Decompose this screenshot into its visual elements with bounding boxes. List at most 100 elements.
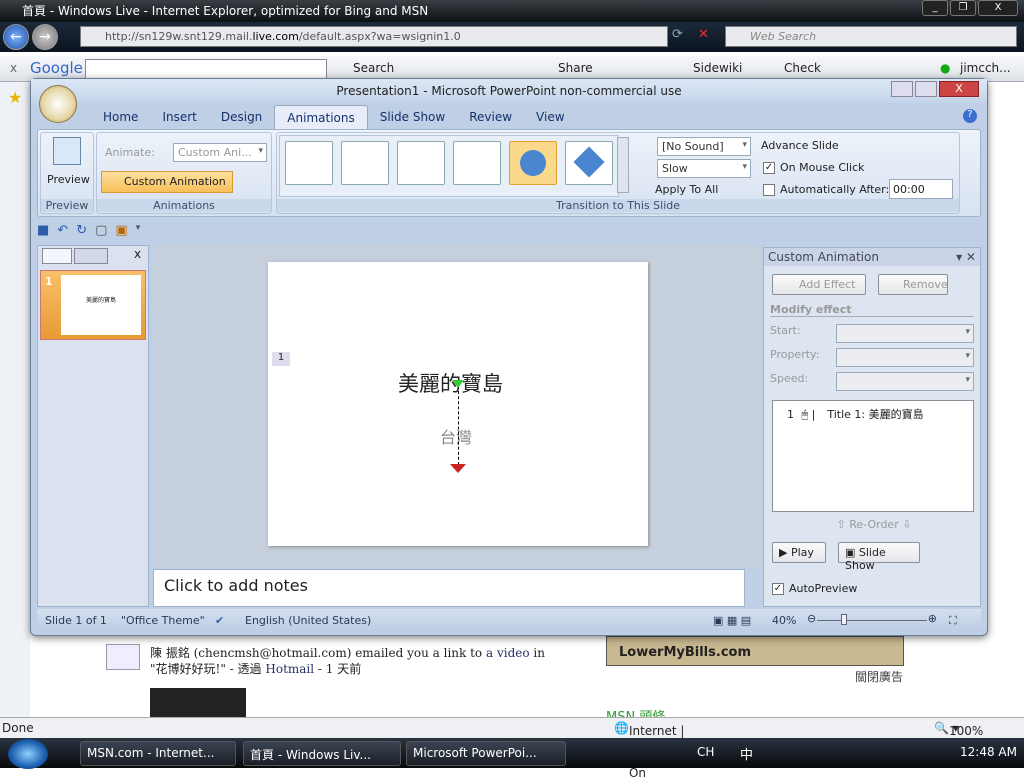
favorites-side: ★	[0, 82, 30, 717]
save-icon[interactable]: ■	[37, 223, 49, 243]
taskbar-item-msn[interactable]: MSN.com - Internet...	[80, 741, 236, 766]
auto-after-time-input[interactable]: 00:00	[889, 179, 953, 199]
ppt-minimize-button[interactable]	[891, 81, 913, 97]
zone-info[interactable]: 🌐 Internet | Protected Mode: On	[614, 721, 686, 780]
favorites-star-icon[interactable]: ★	[8, 88, 22, 107]
tab-home[interactable]: Home	[91, 105, 150, 129]
spelling-icon[interactable]: ✔	[215, 614, 224, 627]
ppt-maximize-button[interactable]	[915, 81, 937, 97]
ime-indicator[interactable]: 中	[740, 744, 753, 763]
close-ad-link[interactable]: 關閉廣告	[855, 668, 903, 685]
back-button[interactable]: ←	[3, 24, 29, 50]
gallery-scroll[interactable]	[617, 137, 629, 193]
property-label: Property:	[770, 348, 820, 361]
customize-qat-icon[interactable]: ▾	[136, 223, 141, 243]
transition-wipe-2[interactable]	[341, 141, 389, 185]
fit-to-window-icon[interactable]: ⛶	[949, 614, 957, 628]
transition-wipe-1[interactable]	[285, 141, 333, 185]
preview-button[interactable]: Preview	[47, 173, 90, 186]
apply-to-all-button[interactable]: Apply To All	[639, 183, 718, 196]
address-bar[interactable]: http://sn129w.snt129.mail.live.com/defau…	[80, 26, 668, 47]
transition-wipe-3[interactable]	[397, 141, 445, 185]
auto-after-checkbox[interactable]: Automatically After:	[763, 183, 889, 196]
zoom-level[interactable]: 40%	[772, 614, 796, 627]
sound-dropdown[interactable]: [No Sound]	[657, 137, 751, 156]
preview-icon	[53, 137, 81, 165]
slide-canvas[interactable]: 1 美麗的寶島 台灣	[268, 262, 648, 546]
office-button[interactable]	[39, 85, 77, 123]
tab-insert[interactable]: Insert	[150, 105, 208, 129]
ad-banner[interactable]: LowerMyBills.com	[606, 636, 904, 666]
close-pane-icon[interactable]: ▾ ✕	[956, 250, 976, 264]
speed-select[interactable]	[836, 372, 974, 391]
animate-dropdown[interactable]: Custom Ani...	[173, 143, 267, 162]
print-preview-icon[interactable]: ▢	[95, 223, 107, 243]
ie-status-bar: Done 🌐 Internet | Protected Mode: On 🔍10…	[0, 717, 1024, 780]
google-search-button[interactable]: Search	[353, 61, 394, 75]
video-link[interactable]: a video	[486, 646, 530, 660]
custom-animation-button[interactable]: Custom Animation	[101, 171, 233, 193]
tab-animations[interactable]: Animations	[274, 105, 368, 129]
group-label: Animations	[97, 199, 271, 212]
help-icon[interactable]: ?	[963, 109, 977, 123]
tab-slide-show[interactable]: Slide Show	[368, 105, 457, 129]
tab-review[interactable]: Review	[457, 105, 524, 129]
video-thumbnail[interactable]	[150, 688, 246, 718]
start-label: Start:	[770, 324, 801, 337]
close-button[interactable]: X	[978, 0, 1018, 16]
animation-list-item[interactable]: 1 🖱 | Title 1: 美麗的寶島	[773, 401, 973, 422]
transition-zoom-selected[interactable]	[509, 141, 557, 185]
slides-tab[interactable]	[42, 248, 72, 264]
restore-button[interactable]: ❐	[950, 0, 976, 16]
share-button[interactable]: Share	[558, 61, 593, 75]
remove-button[interactable]: Remove	[878, 274, 948, 295]
outline-tab[interactable]	[74, 248, 108, 264]
sidewiki-button[interactable]: Sidewiki	[693, 61, 742, 75]
property-dropdown[interactable]	[836, 348, 974, 367]
close-toolbar-icon[interactable]: x	[10, 61, 17, 75]
check-button[interactable]: Check	[784, 61, 821, 75]
undo-icon[interactable]: ↶	[57, 223, 68, 243]
forward-button[interactable]: →	[32, 24, 58, 50]
slide-subtitle[interactable]: 台灣	[440, 424, 472, 448]
zoom-slider[interactable]: ⊖ ⊕	[807, 612, 937, 626]
motion-path[interactable]	[458, 386, 459, 470]
user-menu[interactable]: jimcch...	[960, 61, 1011, 75]
autopreview-checkbox[interactable]: ✓ AutoPreview	[772, 582, 857, 595]
play-button[interactable]: ▶ Play	[772, 542, 826, 563]
on-mouse-click-checkbox[interactable]: ✓ On Mouse Click	[763, 161, 865, 174]
taskbar-item-powerpoint[interactable]: Microsoft PowerPoi...	[406, 741, 566, 766]
tab-design[interactable]: Design	[209, 105, 274, 129]
notes-pane[interactable]: Click to add notes	[153, 569, 745, 607]
start-button[interactable]	[8, 739, 48, 769]
language-indicator[interactable]: CH	[697, 745, 714, 759]
close-pane-icon[interactable]: x	[134, 247, 141, 261]
add-effect-button[interactable]: Add Effect	[772, 274, 866, 295]
path-start-icon	[452, 380, 464, 394]
hotmail-link[interactable]: Hotmail	[265, 662, 314, 676]
clock[interactable]: 12:48 AM	[960, 745, 1017, 759]
language[interactable]: English (United States)	[245, 614, 371, 627]
custom-animation-pane: Custom Animation ▾ ✕ Add Effect Remove Mo…	[763, 247, 981, 607]
transition-wipe-4[interactable]	[453, 141, 501, 185]
ie-zoom[interactable]: 🔍 100% ▾	[934, 721, 983, 738]
ppt-close-button[interactable]: X	[939, 81, 979, 97]
picture-icon[interactable]: ▣	[115, 223, 127, 243]
speed-dropdown[interactable]: Slow	[657, 159, 751, 178]
slide-show-button[interactable]: ▣ Slide Show	[838, 542, 920, 572]
refresh-icon[interactable]: ⟳	[672, 27, 683, 42]
tab-view[interactable]: View	[524, 105, 576, 129]
web-search-input[interactable]: Web Search	[725, 26, 1017, 47]
google-search-input[interactable]	[85, 59, 327, 79]
slide-thumbnail-selected[interactable]: 1 美麗的寶島	[40, 270, 146, 340]
minimize-button[interactable]: _	[922, 0, 948, 16]
redo-icon[interactable]: ↻	[76, 223, 87, 243]
slide-title[interactable]: 美麗的寶島	[398, 368, 503, 398]
animation-order-tag[interactable]: 1	[272, 352, 290, 366]
stop-icon[interactable]: ✕	[698, 27, 709, 42]
start-dropdown[interactable]	[836, 324, 974, 343]
transition-diamond[interactable]	[565, 141, 613, 185]
reorder-controls[interactable]: ⇧ Re-Order ⇩	[824, 518, 924, 531]
view-buttons[interactable]: ▣ ▦ ▤	[713, 614, 751, 627]
taskbar-item-windows-live[interactable]: 首頁 - Windows Liv...	[243, 741, 401, 766]
